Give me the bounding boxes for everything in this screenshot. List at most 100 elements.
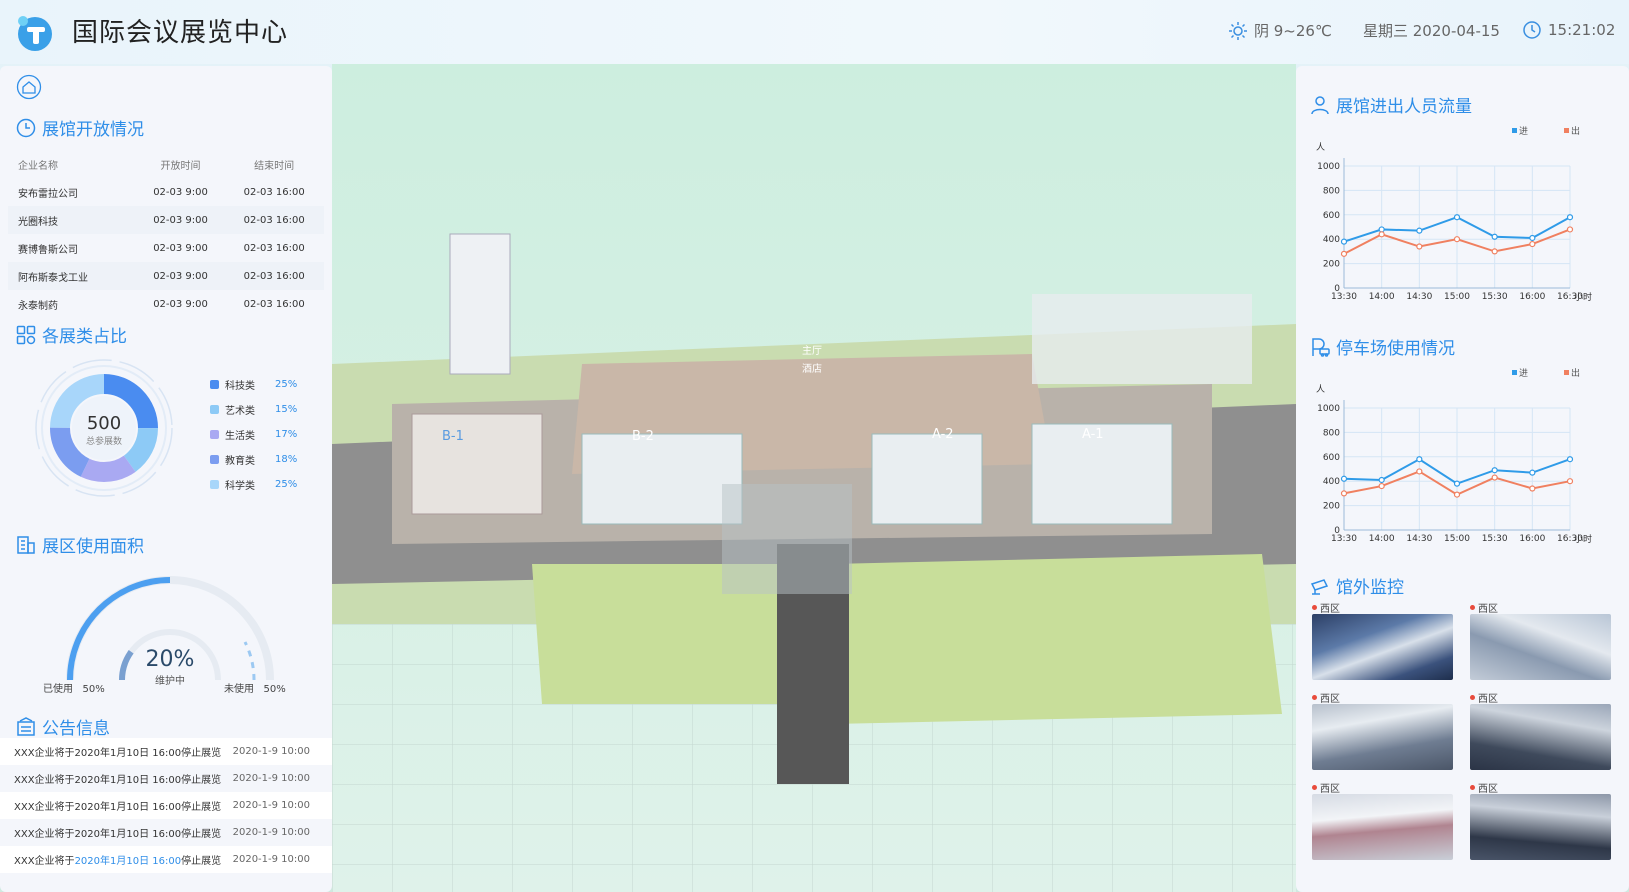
data-point[interactable] <box>1378 482 1385 490</box>
home-icon[interactable] <box>16 74 42 100</box>
legend-swatch <box>210 430 219 439</box>
table-cell: 02-03 16:00 <box>243 186 305 198</box>
data-point[interactable] <box>1566 478 1574 485</box>
x-tick-label: 15:00 <box>1444 534 1470 544</box>
table-cell: 02-03 9:00 <box>153 186 208 198</box>
camera-label: 西区 <box>1470 780 1611 795</box>
data-point[interactable] <box>1378 226 1385 233</box>
data-point[interactable] <box>1416 227 1423 234</box>
camera-label: 西区 <box>1470 690 1611 705</box>
camera-feed[interactable]: 西区 <box>1312 690 1453 770</box>
data-point[interactable] <box>1340 475 1348 482</box>
data-point[interactable] <box>1491 474 1498 481</box>
y-tick-label: 800 <box>1323 428 1340 438</box>
legend-value: 25% <box>275 379 298 390</box>
notice-item[interactable]: XXX企业将于2020年1月10日 16:00停止展览 2020-1-9 10:0… <box>0 846 332 873</box>
data-point[interactable] <box>1453 236 1461 243</box>
legend-label[interactable]: 进 <box>1519 126 1528 137</box>
campus-3d-view[interactable]: B-1 B-2 A-2 A-1 主厅 酒店 <box>332 64 1296 892</box>
y-tick-label: 200 <box>1323 502 1340 512</box>
table-row[interactable]: 永泰制药 02-03 9:00 02-03 16:00 <box>8 290 324 318</box>
campus-map-graphic: B-1 B-2 A-2 A-1 主厅 酒店 <box>332 64 1296 892</box>
data-point[interactable] <box>1491 233 1498 240</box>
legend-label[interactable]: 出 <box>1571 125 1580 137</box>
legend-swatch <box>210 405 219 414</box>
gauge-value: 20% <box>146 647 195 672</box>
notice-item[interactable]: XXX企业将于2020年1月10日 16:00停止展览 2020-1-9 10:0… <box>0 765 332 792</box>
data-point[interactable] <box>1529 485 1536 492</box>
scene-label-a2[interactable]: A-2 <box>932 427 954 442</box>
section-title-parking-text: 停车场使用情况 <box>1336 339 1455 359</box>
data-point[interactable] <box>1566 456 1574 463</box>
legend-item[interactable]: 生活类 17% <box>210 422 297 447</box>
camera-feed[interactable]: 西区 <box>1470 780 1611 860</box>
legend-swatch <box>1564 370 1569 375</box>
legend-label[interactable]: 出 <box>1571 367 1580 379</box>
data-point[interactable] <box>1378 476 1385 484</box>
data-point[interactable] <box>1453 214 1461 221</box>
data-point[interactable] <box>1491 467 1498 474</box>
data-point[interactable] <box>1529 240 1536 248</box>
scene-label-hotel[interactable]: 酒店 <box>802 362 822 375</box>
data-point[interactable] <box>1340 238 1348 245</box>
table-row[interactable]: 安布雷拉公司 02-03 9:00 02-03 16:00 <box>8 178 324 206</box>
camera-feed[interactable]: 西区 <box>1312 600 1453 680</box>
legend-label[interactable]: 进 <box>1519 368 1528 379</box>
scene-label-b1[interactable]: B-1 <box>442 429 464 444</box>
data-point[interactable] <box>1566 226 1574 233</box>
camera-feed[interactable]: 西区 <box>1312 780 1453 860</box>
parking-line-chart[interactable]: 进出人0200400600800100013:30 14:00 14:30 15:00… <box>1306 366 1622 566</box>
gauge-free-legend: 未使用 50% <box>224 680 286 695</box>
table-cell: 光圈科技 <box>8 206 137 234</box>
data-point[interactable] <box>1340 490 1348 497</box>
notice-text: XXX企业将于2020年1月10日 16:00停止展览 <box>14 748 222 759</box>
legend-item[interactable]: 科技类 25% <box>210 372 297 397</box>
notice-text: XXX企业将于2020年1月10日 16:00停止展览 <box>14 829 222 840</box>
notice-item[interactable]: XXX企业将于2020年1月10日 16:00停止展览 2020-1-9 10:0… <box>0 792 332 819</box>
legend-value: 25% <box>275 479 298 490</box>
legend-item[interactable]: 科学类 25% <box>210 472 297 497</box>
column-header: 结束时间 <box>254 160 295 172</box>
flow-line-chart[interactable]: 进出人0200400600800100013:30 14:00 14:30 15:00… <box>1306 124 1622 324</box>
data-point[interactable] <box>1416 243 1423 250</box>
data-point[interactable] <box>1453 480 1461 487</box>
camera-image <box>1312 794 1453 860</box>
data-point[interactable] <box>1529 234 1536 242</box>
data-point[interactable] <box>1416 468 1423 475</box>
table-row[interactable]: 阿布斯泰戈工业 02-03 9:00 02-03 16:00 <box>8 262 324 290</box>
parking-icon <box>1312 337 1330 357</box>
x-tick-label: 14:30 <box>1406 534 1432 544</box>
camera-feed[interactable]: 西区 <box>1470 600 1611 680</box>
data-point[interactable] <box>1453 491 1461 498</box>
data-point[interactable] <box>1566 214 1574 221</box>
scene-label-main-hall[interactable]: 主厅 <box>802 345 822 357</box>
donut-total-value: 500 <box>87 413 121 434</box>
legend-item[interactable]: 教育类 18% <box>210 447 297 472</box>
table-row[interactable]: 赛博鲁斯公司 02-03 9:00 02-03 16:00 <box>8 234 324 262</box>
y-tick-label: 600 <box>1323 453 1340 463</box>
legend-item[interactable]: 艺术类 15% <box>210 397 297 422</box>
area-gauge-chart[interactable]: 20% 维护中 <box>40 570 300 690</box>
camera-image <box>1470 614 1611 680</box>
data-point[interactable] <box>1529 469 1536 476</box>
scene-label-a1[interactable]: A-1 <box>1082 427 1104 442</box>
data-point[interactable] <box>1340 250 1348 257</box>
legend-label: 生活类 <box>225 431 255 442</box>
x-axis-label: 小时 <box>1574 533 1592 545</box>
legend-swatch <box>210 455 219 464</box>
camera-feed[interactable]: 西区 <box>1470 690 1611 770</box>
scene-label-b2[interactable]: B-2 <box>632 429 654 444</box>
open-status-table: 企业名称 开放时间 结束时间 安布雷拉公司 02-03 9:00 02-03 16:… <box>8 150 324 318</box>
table-cell: 02-03 16:00 <box>243 242 305 254</box>
gauge-used-legend: 已使用 50% <box>43 680 105 695</box>
data-point[interactable] <box>1491 248 1498 255</box>
legend-label: 艺术类 <box>225 406 255 417</box>
data-point[interactable] <box>1416 456 1423 463</box>
data-point[interactable] <box>1378 231 1385 238</box>
table-row[interactable]: 光圈科技 02-03 9:00 02-03 16:00 <box>8 206 324 234</box>
notice-item[interactable]: XXX企业将于2020年1月10日 16:00停止展览 2020-1-9 10:0… <box>0 738 332 765</box>
legend-value: 15% <box>275 404 298 415</box>
category-donut-chart[interactable]: 500 总参展数 <box>34 358 174 498</box>
camera-label-text: 西区 <box>1320 603 1340 615</box>
notice-item[interactable]: XXX企业将于2020年1月10日 16:00停止展览 2020-1-9 10:0… <box>0 819 332 846</box>
